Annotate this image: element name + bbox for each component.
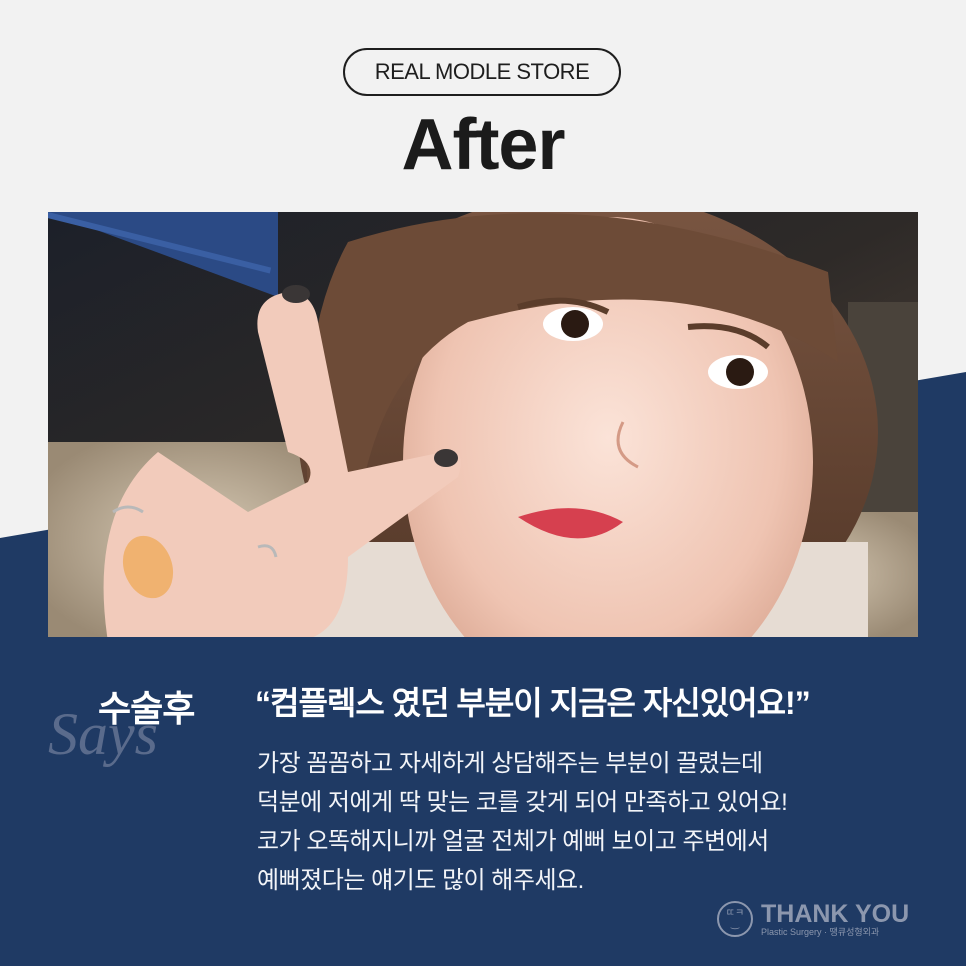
page-title: After [401,105,565,185]
thankyou-logo: ㄸㅋ ‿ THANK YOU Plastic Surgery · 땡큐성형외과 [717,898,939,940]
logo-smile-glyph: ‿ [730,919,740,930]
after-surgery-label: 수술후 [98,688,195,729]
logo-mark: ㄸㅋ [725,908,745,919]
store-badge: REAL MODLE STORE [343,48,621,96]
review-line: 예뻐졌다는 얘기도 많이 해주세요. [257,867,584,894]
review-line: 덕분에 저에게 딱 맞는 코를 갖게 되어 만족하고 있어요! [257,789,788,816]
review-line: 가장 꼼꼼하고 자세하게 상담해주는 부분이 끌렸는데 [257,750,763,777]
smile-logo-icon: ㄸㅋ ‿ [717,901,753,937]
logo-brand: THANK YOU [761,899,910,928]
review-quote: “컴플렉스 였던 부분이 지금은 자신있어요!” [255,685,811,721]
review-body: 가장 꼼꼼하고 자세하게 상담해주는 부분이 끌렸는데 덕분에 저에게 딱 맞는… [257,744,788,900]
logo-tagline: Plastic Surgery · 땡큐성형외과 [761,926,880,937]
after-photo [48,212,918,637]
store-badge-label: REAL MODLE STORE [374,59,590,84]
logo-text: THANK YOU Plastic Surgery · 땡큐성형외과 [761,901,909,938]
review-line: 코가 오똑해지니까 얼굴 전체가 예뻐 보이고 주변에서 [257,828,769,855]
